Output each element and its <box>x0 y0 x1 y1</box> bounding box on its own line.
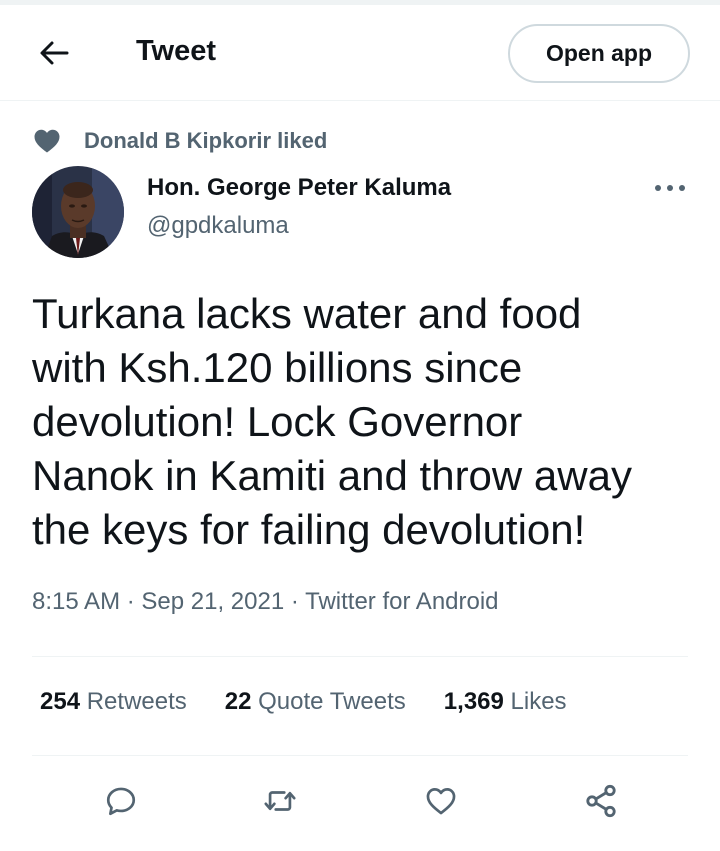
share-icon <box>586 784 616 818</box>
reply-icon <box>106 787 136 816</box>
tweet-text-line: Nanok in Kamiti and throw away <box>32 452 632 499</box>
tweet-text-line: the keys for failing devolution! <box>32 506 586 553</box>
tweet-actions-bar <box>0 780 720 822</box>
retweet-button[interactable] <box>259 780 301 822</box>
likes-label: Likes <box>510 688 567 715</box>
avatar[interactable] <box>32 166 124 258</box>
retweets-count: 254 <box>40 688 81 715</box>
like-button[interactable] <box>420 780 462 822</box>
like-icon <box>426 788 456 815</box>
tweet-text-line: devolution! Lock Governor <box>32 398 523 445</box>
more-options-button[interactable] <box>650 174 690 202</box>
back-button[interactable] <box>30 31 78 75</box>
quote-tweets-count: 22 <box>224 688 252 715</box>
divider <box>32 656 688 657</box>
tweet-stats: 254 Retweets 22 Quote Tweets 1,369 Likes <box>40 688 567 716</box>
likes-stat[interactable]: 1,369 Likes <box>444 688 567 716</box>
share-button[interactable] <box>580 780 622 822</box>
retweet-icon <box>264 791 296 811</box>
tweet-time[interactable]: 8:15 AM <box>32 588 120 615</box>
top-bar: Tweet Open app <box>0 5 720 101</box>
tweet-metadata: 8:15 AM · Sep 21, 2021 · Twitter for And… <box>32 588 499 616</box>
open-app-button[interactable]: Open app <box>508 24 690 83</box>
tweet-text: Turkana lacks water and food with Ksh.12… <box>32 287 692 557</box>
tweet-text-line: with Ksh.120 billions since <box>32 344 523 391</box>
likes-count: 1,369 <box>443 688 504 715</box>
tweet-text-line: Turkana lacks water and food <box>32 290 582 337</box>
divider <box>32 755 688 756</box>
quote-tweets-stat[interactable]: 22 Quote Tweets <box>225 688 406 716</box>
quote-tweets-label: Quote Tweets <box>258 688 406 715</box>
author-name[interactable]: Hon. George Peter Kaluma <box>147 174 451 202</box>
separator: · <box>126 588 135 615</box>
more-horizontal-icon <box>655 185 685 191</box>
retweets-stat[interactable]: 254 Retweets <box>40 688 187 716</box>
arrow-left-icon <box>40 41 69 65</box>
social-context-text: Donald B Kipkorir liked <box>84 128 328 153</box>
author-handle[interactable]: @gpdkaluma <box>147 212 289 240</box>
tweet-source[interactable]: Twitter for Android <box>305 588 498 615</box>
heart-filled-icon <box>34 129 60 153</box>
reply-button[interactable] <box>100 780 142 822</box>
social-context: Donald B Kipkorir liked <box>32 126 327 156</box>
page-title: Tweet <box>136 35 217 67</box>
retweets-label: Retweets <box>86 688 187 715</box>
separator: · <box>290 588 299 615</box>
tweet-date[interactable]: Sep 21, 2021 <box>141 588 284 615</box>
